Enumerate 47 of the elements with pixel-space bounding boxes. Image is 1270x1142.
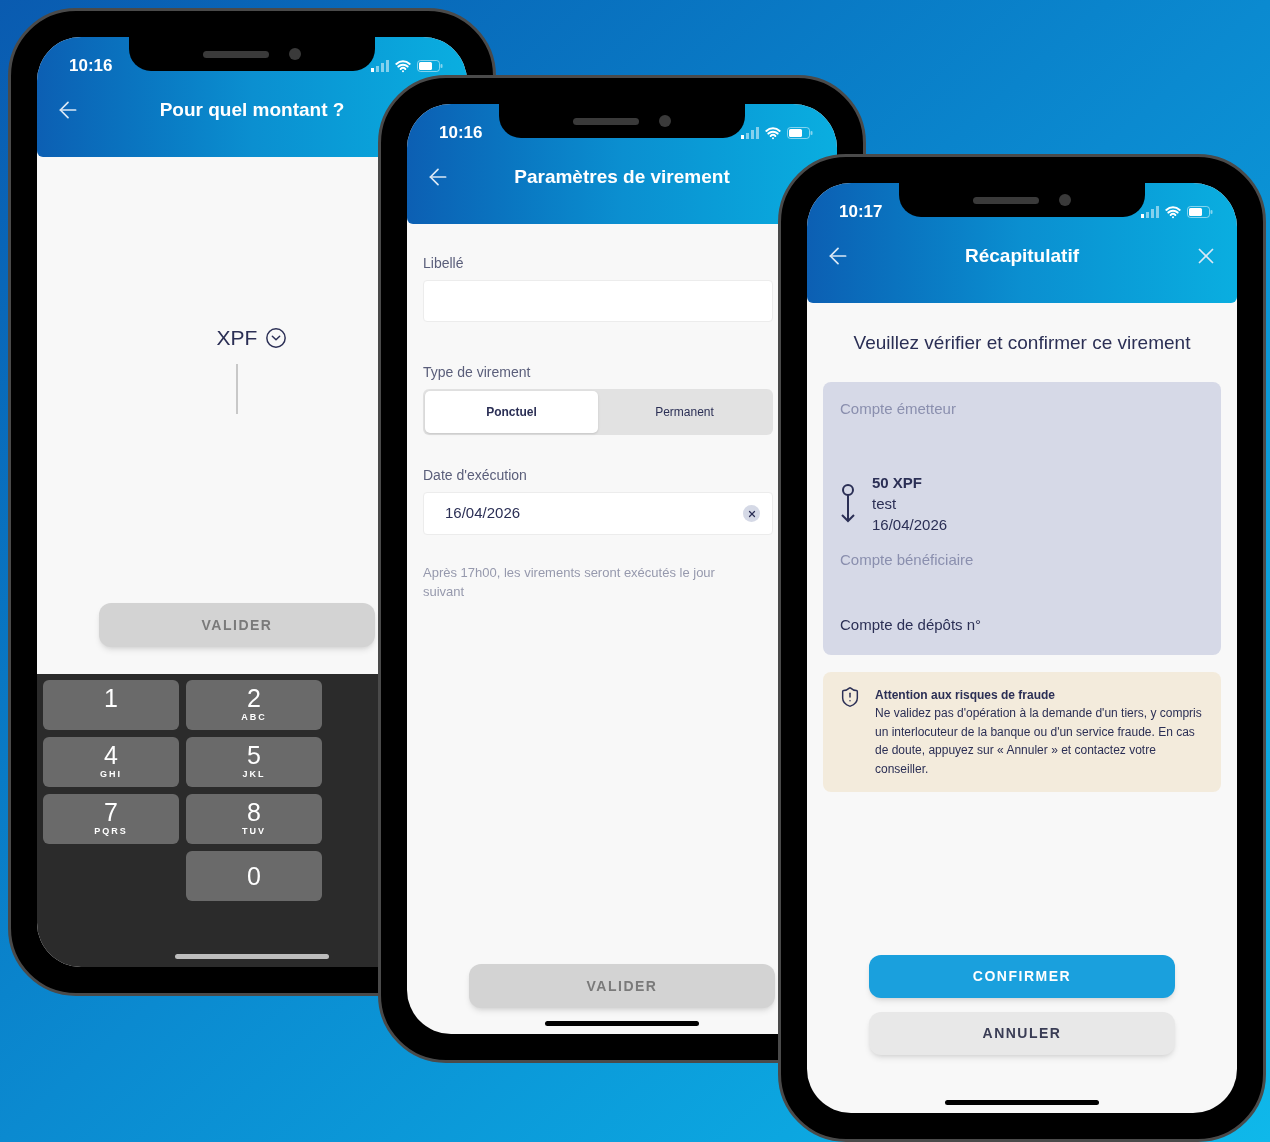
field-label: Date d'exécution <box>423 466 528 485</box>
wifi-icon <box>1165 204 1181 220</box>
source-account-label: Compte émetteur <box>840 398 957 419</box>
date-text: 16/04/2026 <box>872 515 948 535</box>
field-label: Type de virement <box>423 363 532 382</box>
keypad-key[interactable]: 1 <box>43 680 179 730</box>
reference-text: test <box>872 494 898 514</box>
beneficiary-account: Compte de dépôts n° <box>840 614 983 635</box>
wifi-icon <box>765 125 781 141</box>
shield-warning-icon <box>839 685 861 708</box>
signal-icon <box>1141 206 1159 218</box>
battery-icon <box>417 60 443 72</box>
currency-dropdown-icon[interactable] <box>265 326 288 349</box>
segment-tab[interactable]: Ponctuel <box>425 391 598 433</box>
signal-icon <box>371 60 389 72</box>
beneficiary-label: Compte bénéficiaire <box>840 550 975 570</box>
transfer-arrow-icon <box>840 483 856 524</box>
segment-tab[interactable]: Permanent <box>598 391 771 433</box>
amount-text: 50 XPF <box>872 473 924 493</box>
field-label: Libellé <box>423 254 465 273</box>
battery-icon <box>787 127 813 139</box>
keypad-key[interactable]: 4 GHI <box>43 737 179 787</box>
cancel-button[interactable]: ANNULER <box>869 1012 1175 1055</box>
wifi-icon <box>395 58 411 74</box>
status-time: 10:17 <box>839 201 883 224</box>
keypad-key[interactable]: 0 <box>186 851 322 901</box>
status-time: 10:16 <box>439 122 483 145</box>
keypad-key[interactable]: 2 ABC <box>186 680 322 730</box>
text-cursor <box>236 363 238 414</box>
warning-text: Ne validez pas d'opération à la demande d'un tiers, y compris un interlocuteur de la banque ou d'un service fraude. En cas de doute, appuyez sur « Annuler » et contactez votre conseiller. <box>875 705 1203 778</box>
keypad-key[interactable]: 5 JKL <box>186 737 322 787</box>
signal-icon <box>741 127 759 139</box>
screen-title: Paramètres de virement <box>513 164 731 189</box>
confirm-button[interactable]: CONFIRMER <box>869 955 1175 998</box>
date-input-field[interactable]: 16/04/2026 <box>423 492 773 535</box>
clear-icon <box>746 508 757 519</box>
keypad-key[interactable]: 8 TUV <box>186 794 322 844</box>
screen-title: Pour quel montant ? <box>158 97 346 122</box>
clear-button[interactable] <box>743 505 760 522</box>
screen-title: Récapitulatif <box>964 243 1080 268</box>
confirmation-heading: Veuillez vérifier et confirmer ce virement <box>852 331 1192 355</box>
currency-label: XPF <box>216 325 258 351</box>
execution-note: Après 17h00, les virements seront exécutés le jour suivant <box>423 564 716 601</box>
battery-icon <box>1187 206 1213 218</box>
keypad-key[interactable]: 7 PQRS <box>43 794 179 844</box>
status-time: 10:16 <box>69 55 113 78</box>
warning-title: Attention aux risques de fraude <box>875 686 1057 704</box>
